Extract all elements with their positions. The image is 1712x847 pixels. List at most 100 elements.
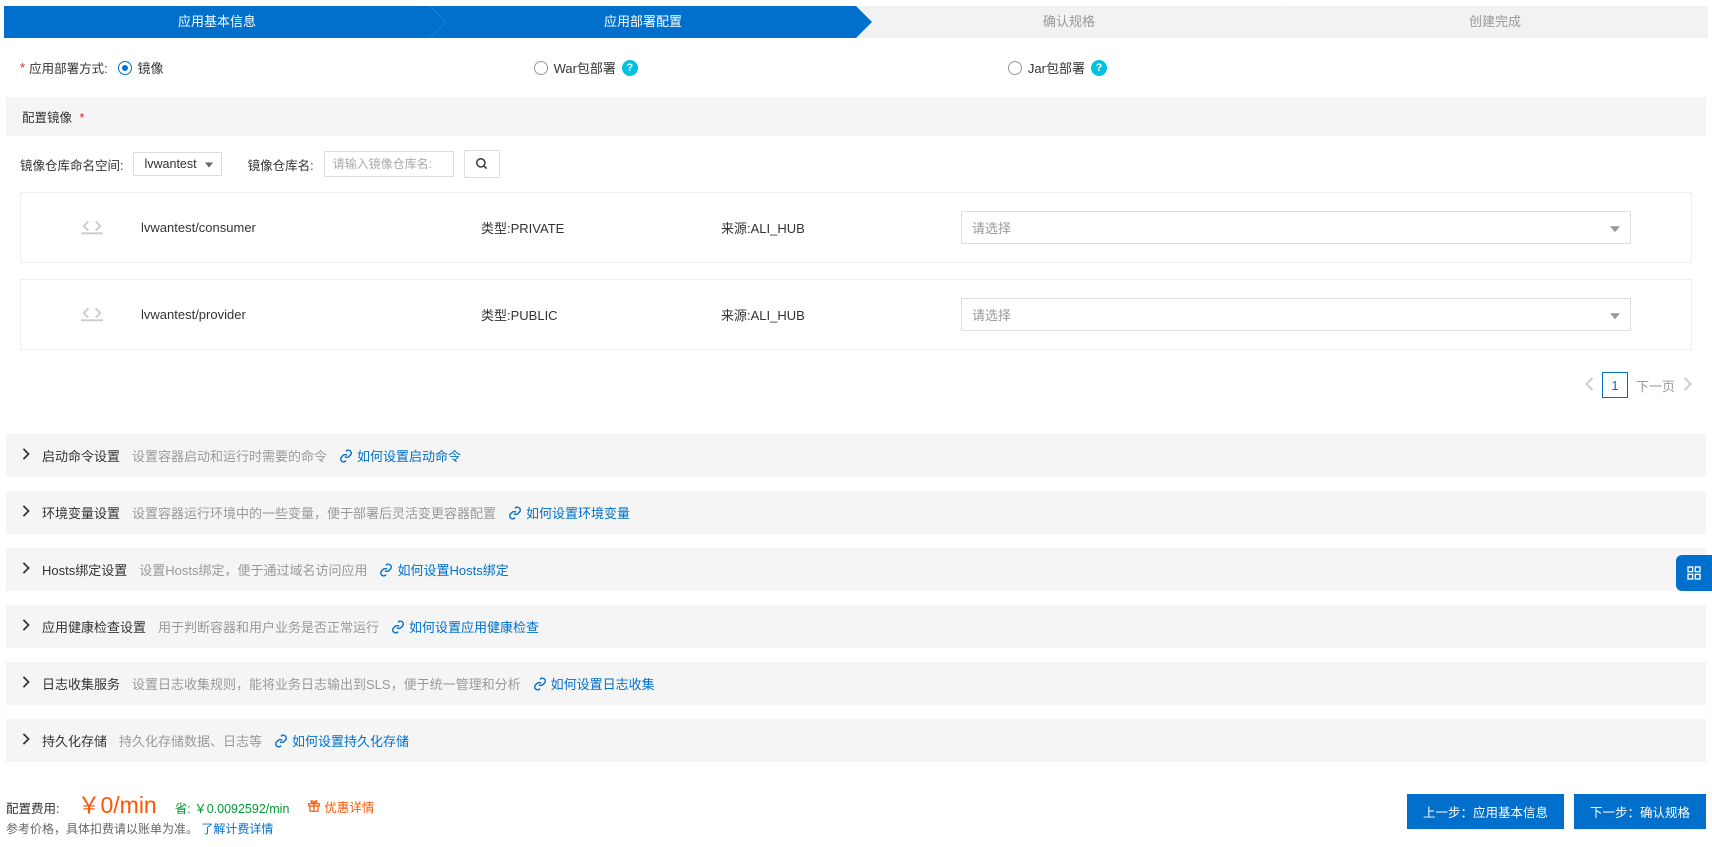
step-3: 确认规格 <box>856 6 1282 38</box>
cost-value: ￥0/min <box>77 786 156 820</box>
save-info: 省: ￥0.0092592/min <box>175 798 290 817</box>
link-icon <box>508 506 522 520</box>
pricing-detail-link[interactable]: 了解计费详情 <box>201 822 273 836</box>
namespace-value: lvwantest <box>144 157 196 171</box>
radio-icon <box>118 61 132 75</box>
image-filter-row: 镜像仓库命名空间: lvwantest 镜像仓库名: <box>0 136 1712 192</box>
setting-title: 持久化存储 <box>42 731 107 750</box>
code-icon <box>81 217 141 238</box>
setting-help-link[interactable]: 如何设置Hosts绑定 <box>379 560 508 579</box>
next-page-label[interactable]: 下一页 <box>1636 376 1675 395</box>
radio-label: Jar包部署 <box>1028 58 1085 77</box>
chevron-right-icon <box>22 448 30 463</box>
radio-icon <box>534 61 548 75</box>
hosts-binding-setting[interactable]: Hosts绑定设置 设置Hosts绑定，便于通过域名访问应用 如何设置Hosts… <box>6 548 1706 591</box>
setting-title: 日志收集服务 <box>42 674 120 693</box>
image-source: 来源:ALI_HUB <box>721 305 961 324</box>
chevron-right-icon <box>22 562 30 577</box>
startup-command-setting[interactable]: 启动命令设置 设置容器启动和运行时需要的命令 如何设置启动命令 <box>6 434 1706 477</box>
cost-label: 配置费用: <box>6 798 59 817</box>
gift-icon <box>307 799 321 813</box>
grid-icon <box>1686 565 1702 581</box>
image-row: lvwantest/consumer 类型:PRIVATE 来源:ALI_HUB… <box>20 192 1692 263</box>
page-1[interactable]: 1 <box>1602 372 1628 398</box>
pagination: 1 下一页 <box>0 372 1712 418</box>
setting-title: 环境变量设置 <box>42 503 120 522</box>
step-4: 创建完成 <box>1282 6 1708 38</box>
link-icon <box>391 620 405 634</box>
search-button[interactable] <box>464 150 500 178</box>
image-version-select[interactable]: 请选择 <box>961 211 1631 244</box>
image-type: 类型:PRIVATE <box>481 218 721 237</box>
prev-step-button[interactable]: 上一步：应用基本信息 <box>1407 794 1564 829</box>
setting-help-link[interactable]: 如何设置应用健康检查 <box>391 617 539 636</box>
setting-desc: 持久化存储数据、日志等 <box>119 731 262 750</box>
image-section-header: 配置镜像 * <box>6 97 1706 136</box>
setting-desc: 设置日志收集规则，能将业务日志输出到SLS，便于统一管理和分析 <box>132 674 521 693</box>
radio-icon <box>1008 61 1022 75</box>
chevron-right-icon <box>22 505 30 520</box>
image-name: lvwantest/provider <box>141 307 481 322</box>
required-marker: * <box>80 111 85 125</box>
advanced-settings: 启动命令设置 设置容器启动和运行时需要的命令 如何设置启动命令 环境变量设置 设… <box>6 434 1706 762</box>
radio-jar[interactable]: Jar包部署 ? <box>1008 58 1107 77</box>
image-type: 类型:PUBLIC <box>481 305 721 324</box>
pricing-note: 参考价格，具体扣费请以账单为准。 了解计费详情 <box>6 820 374 837</box>
pricing-row: 配置费用: ￥0/min 省: ￥0.0092592/min 优惠详情 <box>6 786 374 820</box>
health-check-setting[interactable]: 应用健康检查设置 用于判断容器和用户业务是否正常运行 如何设置应用健康检查 <box>6 605 1706 648</box>
setting-desc: 设置容器运行环境中的一些变量，便于部署后灵活变更容器配置 <box>132 503 496 522</box>
step-1[interactable]: 应用基本信息 <box>4 6 430 38</box>
namespace-label: 镜像仓库命名空间: <box>20 155 123 174</box>
deploy-method-row: * 应用部署方式: 镜像 War包部署 ? Jar包部署 ? <box>0 58 1712 77</box>
persistent-storage-setting[interactable]: 持久化存储 持久化存储数据、日志等 如何设置持久化存储 <box>6 719 1706 762</box>
image-row: lvwantest/provider 类型:PUBLIC 来源:ALI_HUB … <box>20 279 1692 350</box>
env-variable-setting[interactable]: 环境变量设置 设置容器运行环境中的一些变量，便于部署后灵活变更容器配置 如何设置… <box>6 491 1706 534</box>
nav-buttons: 上一步：应用基本信息 下一步：确认规格 <box>1407 794 1706 829</box>
setting-title: Hosts绑定设置 <box>42 560 127 579</box>
chevron-right-icon <box>22 676 30 691</box>
next-page[interactable] <box>1683 377 1692 394</box>
wizard-steps: 应用基本信息 应用部署配置 确认规格 创建完成 <box>4 6 1708 38</box>
promo-link[interactable]: 优惠详情 <box>307 797 374 816</box>
next-step-button[interactable]: 下一步：确认规格 <box>1574 794 1706 829</box>
help-icon[interactable]: ? <box>1091 60 1107 76</box>
code-icon <box>81 304 141 325</box>
image-source: 来源:ALI_HUB <box>721 218 961 237</box>
setting-title: 启动命令设置 <box>42 446 120 465</box>
radio-war[interactable]: War包部署 ? <box>534 58 638 77</box>
prev-page[interactable] <box>1585 377 1594 394</box>
setting-help-link[interactable]: 如何设置持久化存储 <box>274 731 409 750</box>
setting-help-link[interactable]: 如何设置日志收集 <box>533 674 655 693</box>
setting-help-link[interactable]: 如何设置环境变量 <box>508 503 630 522</box>
image-version-select[interactable]: 请选择 <box>961 298 1631 331</box>
link-icon <box>533 677 547 691</box>
repo-label: 镜像仓库名: <box>248 155 314 174</box>
radio-label: War包部署 <box>554 58 616 77</box>
repo-search-input[interactable] <box>324 151 454 177</box>
deploy-radio-group: 镜像 War包部署 ? Jar包部署 ? <box>118 58 1107 77</box>
chevron-right-icon <box>22 619 30 634</box>
image-list: lvwantest/consumer 类型:PRIVATE 来源:ALI_HUB… <box>0 192 1712 372</box>
footer: 配置费用: ￥0/min 省: ￥0.0092592/min 优惠详情 参考价格… <box>0 776 1712 847</box>
setting-desc: 用于判断容器和用户业务是否正常运行 <box>158 617 379 636</box>
link-icon <box>339 449 353 463</box>
setting-help-link[interactable]: 如何设置启动命令 <box>339 446 461 465</box>
step-2[interactable]: 应用部署配置 <box>430 6 856 38</box>
link-icon <box>379 563 393 577</box>
radio-image[interactable]: 镜像 <box>118 58 164 77</box>
required-marker: * <box>20 60 25 75</box>
link-icon <box>274 734 288 748</box>
image-name: lvwantest/consumer <box>141 220 481 235</box>
setting-title: 应用健康检查设置 <box>42 617 146 636</box>
search-icon <box>475 157 489 171</box>
namespace-select[interactable]: lvwantest <box>133 152 221 176</box>
help-icon[interactable]: ? <box>622 60 638 76</box>
setting-desc: 设置Hosts绑定，便于通过域名访问应用 <box>139 560 367 579</box>
image-section-title: 配置镜像 <box>22 111 72 125</box>
chevron-right-icon <box>22 733 30 748</box>
floating-apps-button[interactable] <box>1676 555 1712 591</box>
radio-label: 镜像 <box>138 58 164 77</box>
setting-desc: 设置容器启动和运行时需要的命令 <box>132 446 327 465</box>
log-collection-setting[interactable]: 日志收集服务 设置日志收集规则，能将业务日志输出到SLS，便于统一管理和分析 如… <box>6 662 1706 705</box>
deploy-label: 应用部署方式: <box>29 58 107 77</box>
